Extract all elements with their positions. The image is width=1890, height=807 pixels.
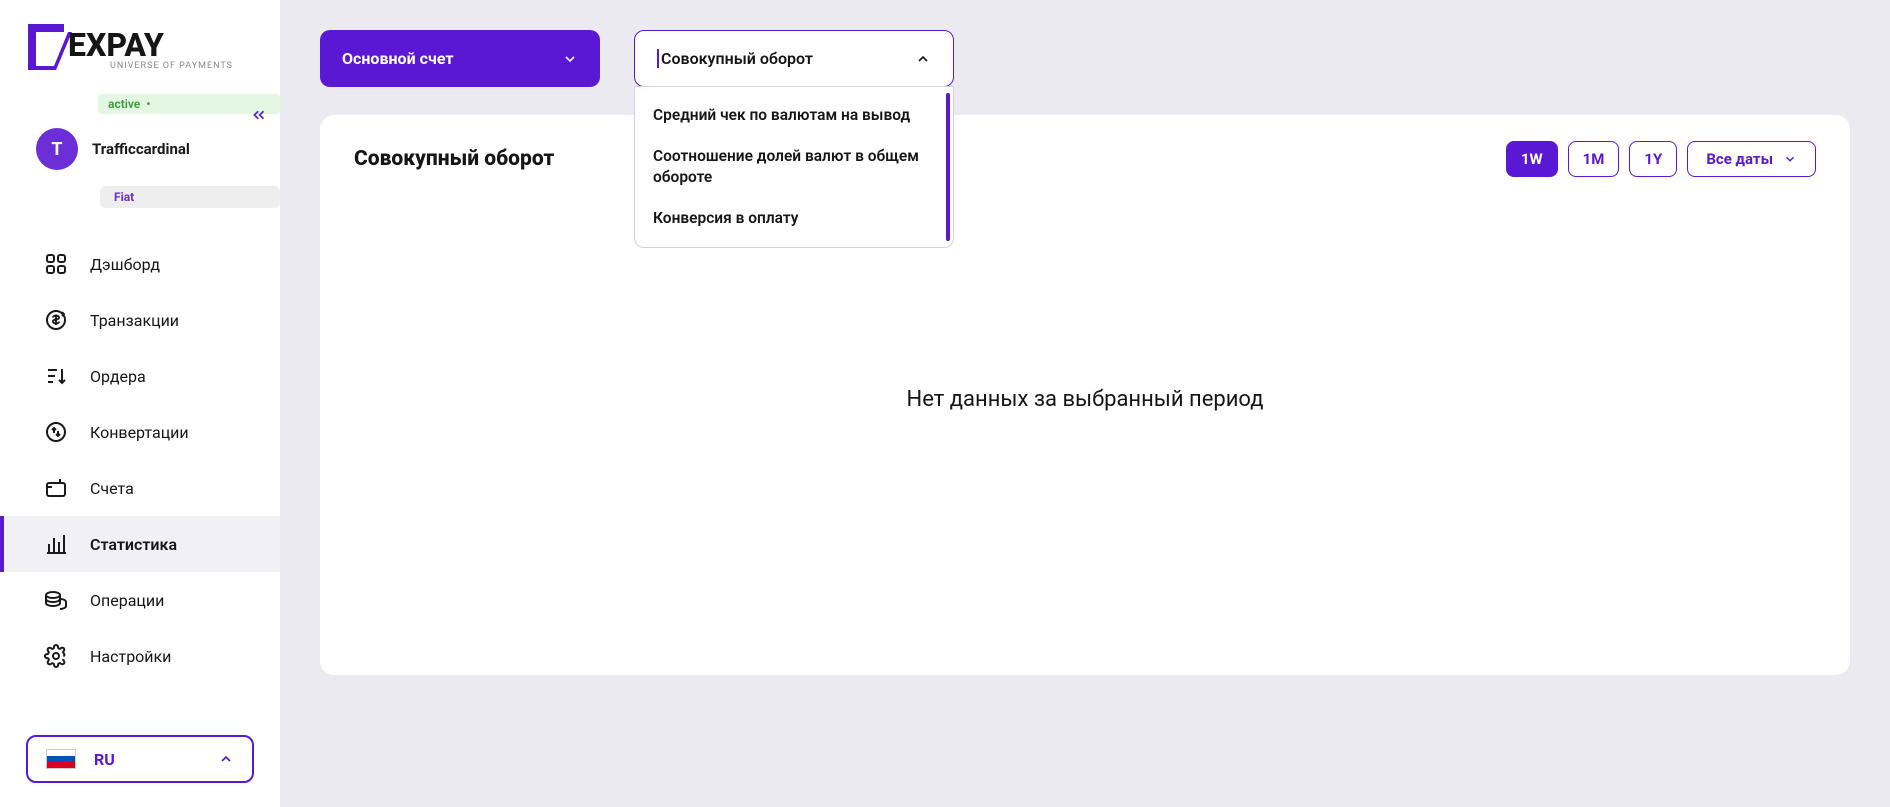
account-select-label: Основной счет: [342, 49, 454, 68]
nav-label: Дэшборд: [90, 255, 160, 274]
sidebar: EXPAY UNIVERSE OF PAYMENTS active T Traf…: [0, 0, 280, 807]
chevron-down-icon: [1783, 152, 1797, 166]
sort-icon: [44, 364, 68, 388]
content-card: Совокупный оборот 1W 1M 1Y Все даты Нет …: [320, 115, 1850, 675]
chart-bar-icon: [44, 532, 68, 556]
svg-text:EXPAY: EXPAY: [68, 26, 164, 64]
user-row[interactable]: T Trafficcardinal: [0, 122, 280, 178]
card-title: Совокупный оборот: [354, 147, 554, 171]
sidebar-item-convert[interactable]: Конвертации: [0, 404, 280, 460]
grid-icon: [44, 252, 68, 276]
range-1y-button[interactable]: 1Y: [1629, 141, 1677, 177]
stat-select-label: Совокупный оборот: [657, 49, 813, 68]
nav-label: Ордера: [90, 367, 146, 386]
user-name: Trafficcardinal: [92, 140, 190, 158]
dollar-rotate-icon: [44, 308, 68, 332]
logo-svg: EXPAY UNIVERSE OF PAYMENTS: [24, 18, 234, 74]
chevron-down-icon: [562, 51, 578, 67]
top-selects: Основной счет Совокупный оборот Средний …: [320, 30, 1850, 87]
range-1w-button[interactable]: 1W: [1506, 141, 1558, 177]
chevron-up-icon: [218, 751, 234, 767]
sidebar-item-settings[interactable]: Настройки: [0, 628, 280, 684]
sidebar-item-transactions[interactable]: Транзакции: [0, 292, 280, 348]
svg-text:UNIVERSE OF PAYMENTS: UNIVERSE OF PAYMENTS: [110, 61, 233, 71]
coins-icon: [44, 588, 68, 612]
chevron-up-icon: [915, 51, 931, 67]
dropdown-option[interactable]: Конверсия в оплату: [635, 198, 953, 239]
empty-state-message: Нет данных за выбранный период: [354, 387, 1816, 412]
all-dates-label: Все даты: [1706, 150, 1773, 168]
card-header: Совокупный оборот 1W 1M 1Y Все даты: [354, 141, 1816, 177]
nav-label: Транзакции: [90, 311, 179, 330]
sidebar-item-statistics[interactable]: Статистика: [0, 516, 280, 572]
nav-label: Настройки: [90, 647, 171, 666]
nav-label: Счета: [90, 479, 134, 498]
all-dates-button[interactable]: Все даты: [1687, 141, 1816, 177]
lang-label: RU: [94, 750, 115, 769]
dropdown-option[interactable]: Средний чек по валютам на вывод: [635, 95, 953, 136]
language-select[interactable]: RU: [26, 735, 254, 783]
main: Основной счет Совокупный оборот Средний …: [280, 0, 1890, 807]
gear-icon: [44, 644, 68, 668]
account-type-badge: Fiat: [100, 186, 280, 208]
dropdown-option[interactable]: Соотношение долей валют в общем обороте: [635, 136, 953, 198]
nav-label: Статистика: [90, 535, 177, 554]
sidebar-item-orders[interactable]: Ордера: [0, 348, 280, 404]
account-select[interactable]: Основной счет: [320, 30, 600, 87]
stat-select[interactable]: Совокупный оборот: [634, 30, 954, 87]
swap-icon: [44, 420, 68, 444]
range-group: 1W 1M 1Y Все даты: [1506, 141, 1816, 177]
wallet-icon: [44, 476, 68, 500]
stat-dropdown: Средний чек по валютам на вывод Соотноше…: [634, 86, 954, 248]
range-1m-button[interactable]: 1M: [1568, 141, 1620, 177]
nav: Дэшборд Транзакции Ордера Конвертации Сч…: [0, 236, 280, 684]
nav-label: Операции: [90, 591, 164, 610]
collapse-sidebar-icon[interactable]: [250, 106, 268, 124]
sidebar-item-operations[interactable]: Операции: [0, 572, 280, 628]
sidebar-item-accounts[interactable]: Счета: [0, 460, 280, 516]
flag-ru-icon: [46, 749, 76, 769]
stat-select-wrap: Совокупный оборот Средний чек по валютам…: [634, 30, 954, 87]
avatar: T: [36, 128, 78, 170]
logo: EXPAY UNIVERSE OF PAYMENTS: [0, 0, 280, 80]
scrollbar-thumb[interactable]: [946, 93, 950, 241]
sidebar-item-dashboard[interactable]: Дэшборд: [0, 236, 280, 292]
nav-label: Конвертации: [90, 423, 189, 442]
